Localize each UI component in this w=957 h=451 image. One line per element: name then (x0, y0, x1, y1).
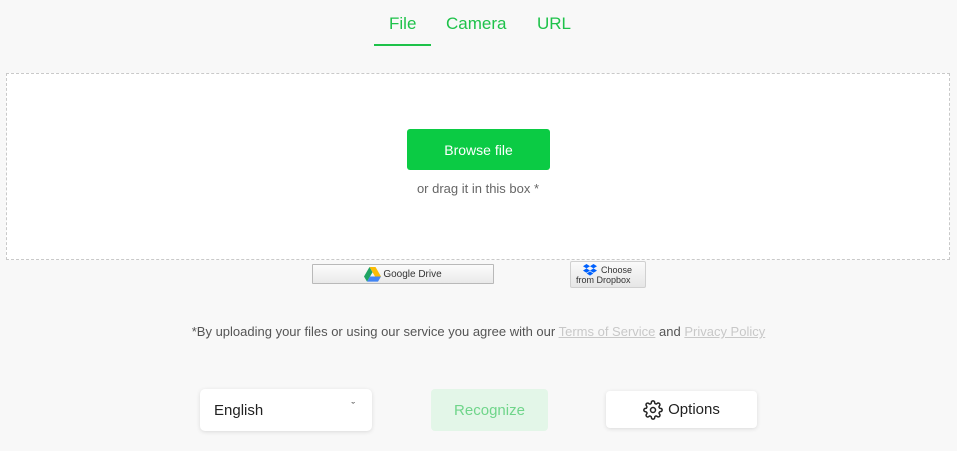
options-button[interactable]: Options (606, 391, 757, 428)
gear-icon (643, 399, 663, 420)
terms-prefix: *By uploading your files or using our se… (191, 324, 559, 339)
privacy-policy-link[interactable]: Privacy Policy (684, 324, 765, 339)
language-select[interactable]: English ˇ (200, 389, 372, 431)
file-drop-zone[interactable]: Browse file or drag it in this box * (6, 73, 950, 260)
tab-camera[interactable]: Camera (446, 14, 506, 34)
input-source-tabs: File Camera URL (0, 0, 957, 46)
terms-of-service-link[interactable]: Terms of Service (559, 324, 656, 339)
tab-url[interactable]: URL (537, 14, 571, 34)
chevron-down-icon: ˇ (351, 401, 355, 413)
options-label: Options (668, 401, 720, 418)
google-drive-icon (364, 266, 382, 282)
drag-hint: or drag it in this box * (416, 181, 540, 196)
google-drive-label: Google Drive (383, 268, 442, 280)
language-selected-value: English (214, 402, 264, 419)
terms-and: and (655, 324, 685, 339)
terms-notice: *By uploading your files or using our se… (0, 324, 957, 339)
active-tab-indicator (374, 44, 431, 46)
tab-file[interactable]: File (389, 14, 416, 34)
dropbox-label-line2: from Dropbox (576, 275, 631, 285)
recognize-button[interactable]: Recognize (431, 389, 548, 431)
browse-file-button[interactable]: Browse file (407, 129, 550, 170)
google-drive-button[interactable]: Google Drive (312, 264, 494, 284)
dropbox-button[interactable]: Choose from Dropbox (570, 261, 646, 288)
dropbox-label-line1: Choose (601, 265, 633, 275)
